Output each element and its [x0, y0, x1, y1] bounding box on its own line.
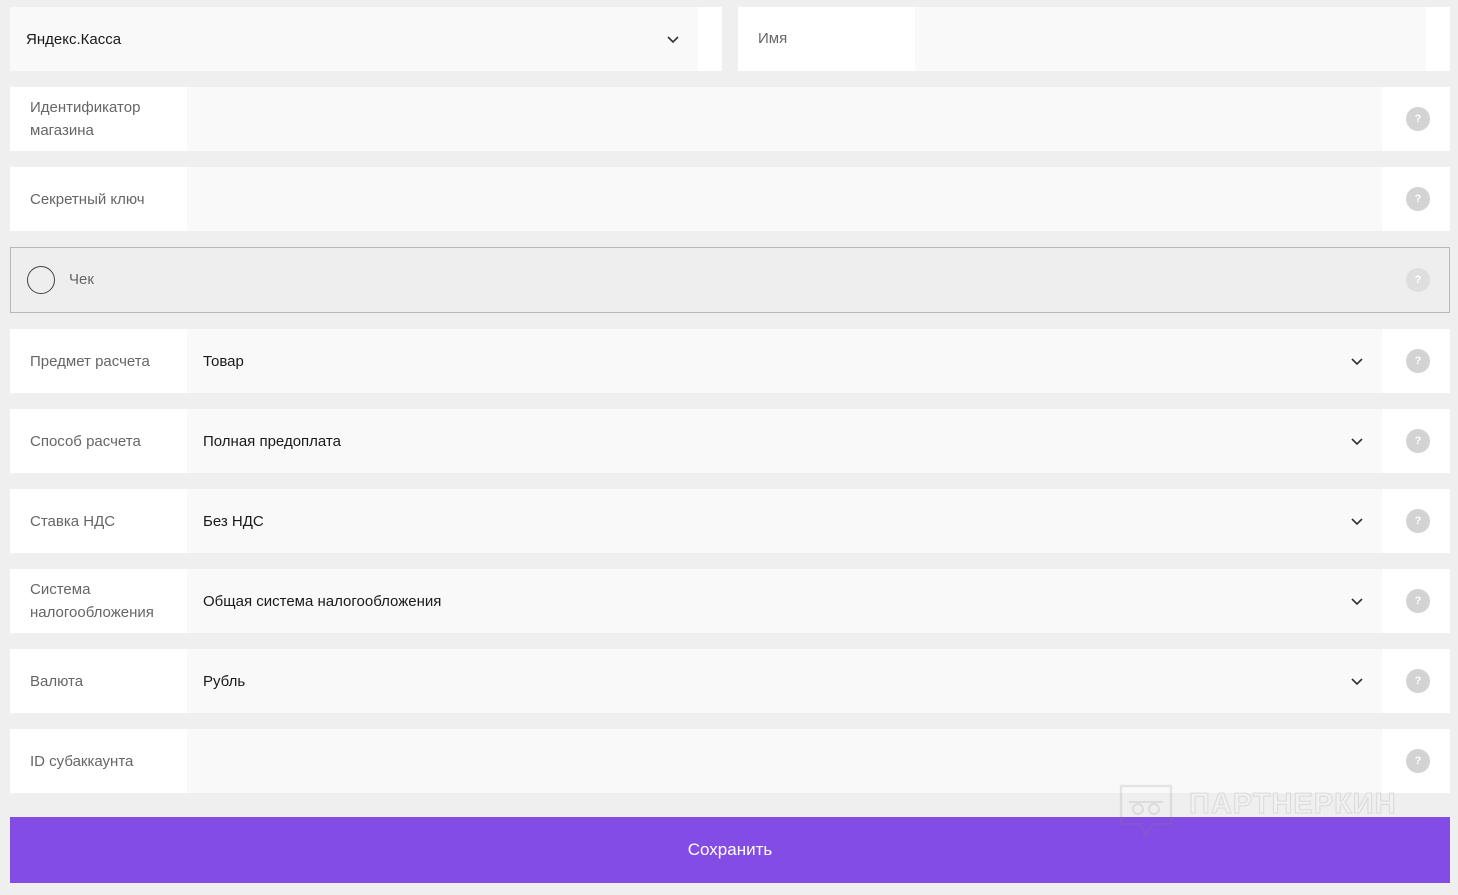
- receipt-radio[interactable]: [27, 266, 55, 294]
- row-receipt: Чек ?: [10, 247, 1450, 313]
- shop-id-label: Идентификатор магазина: [30, 99, 141, 139]
- help-icon[interactable]: ?: [1406, 268, 1430, 292]
- row-tax-system: Система налогообложения Общая система на…: [10, 569, 1450, 633]
- help-icon[interactable]: ?: [1406, 107, 1430, 131]
- tax-system-select[interactable]: Общая система налогообложения: [187, 569, 1382, 633]
- payment-method-value: Полная предоплата: [203, 432, 341, 450]
- provider-value: Яндекс.Касса: [26, 30, 122, 48]
- shop-id-input[interactable]: [187, 87, 1382, 151]
- currency-label: Валюта: [30, 672, 84, 690]
- vat-rate-value: Без НДС: [203, 512, 264, 530]
- help-icon[interactable]: ?: [1406, 749, 1430, 773]
- provider-container: Яндекс.Касса: [10, 7, 722, 71]
- payment-method-select[interactable]: Полная предоплата: [187, 409, 1382, 473]
- help-icon[interactable]: ?: [1406, 669, 1430, 693]
- help-icon[interactable]: ?: [1406, 187, 1430, 211]
- row-shop-id: Идентификатор магазина ?: [10, 87, 1450, 151]
- help-icon[interactable]: ?: [1406, 349, 1430, 373]
- name-label: Имя: [758, 30, 788, 47]
- payment-method-label: Способ расчета: [30, 432, 141, 450]
- chevron-down-icon: [1350, 434, 1364, 448]
- row-payment-method: Способ расчета Полная предоплата ?: [10, 409, 1450, 473]
- payment-subject-label: Предмет расчета: [30, 352, 150, 370]
- help-icon[interactable]: ?: [1406, 509, 1430, 533]
- chevron-down-icon: [1350, 514, 1364, 528]
- name-input[interactable]: [915, 7, 1426, 71]
- chevron-down-icon: [1350, 594, 1364, 608]
- payment-settings-form: Яндекс.Касса Имя Идентификатор магазина …: [0, 0, 1458, 895]
- row-vat-rate: Ставка НДС Без НДС ?: [10, 489, 1450, 553]
- save-button[interactable]: Сохранить: [10, 817, 1450, 883]
- provider-select[interactable]: Яндекс.Касса: [10, 7, 698, 71]
- row-secret-key: Секретный ключ ?: [10, 167, 1450, 231]
- tax-system-label: Система налогообложения: [30, 581, 154, 621]
- chevron-down-icon: [666, 32, 680, 46]
- payment-subject-value: Товар: [203, 352, 244, 370]
- currency-value: Рубль: [203, 672, 246, 690]
- currency-select[interactable]: Рубль: [187, 649, 1382, 713]
- chevron-down-icon: [1350, 674, 1364, 688]
- subaccount-id-input[interactable]: [187, 729, 1382, 793]
- chevron-down-icon: [1350, 354, 1364, 368]
- receipt-label: Чек: [69, 271, 94, 288]
- payment-subject-select[interactable]: Товар: [187, 329, 1382, 393]
- vat-rate-select[interactable]: Без НДС: [187, 489, 1382, 553]
- vat-rate-label: Ставка НДС: [30, 512, 116, 530]
- row-currency: Валюта Рубль ?: [10, 649, 1450, 713]
- help-icon[interactable]: ?: [1406, 429, 1430, 453]
- subaccount-id-label: ID субаккаунта: [30, 752, 134, 770]
- secret-key-input[interactable]: [187, 167, 1382, 231]
- help-icon[interactable]: ?: [1406, 589, 1430, 613]
- row-subaccount-id: ID субаккаунта ?: [10, 729, 1450, 793]
- secret-key-label: Секретный ключ: [30, 190, 145, 208]
- row-payment-subject: Предмет расчета Товар ?: [10, 329, 1450, 393]
- top-row: Яндекс.Касса Имя: [10, 7, 1450, 71]
- tax-system-value: Общая система налогообложения: [203, 592, 442, 610]
- name-container: Имя: [738, 7, 1450, 71]
